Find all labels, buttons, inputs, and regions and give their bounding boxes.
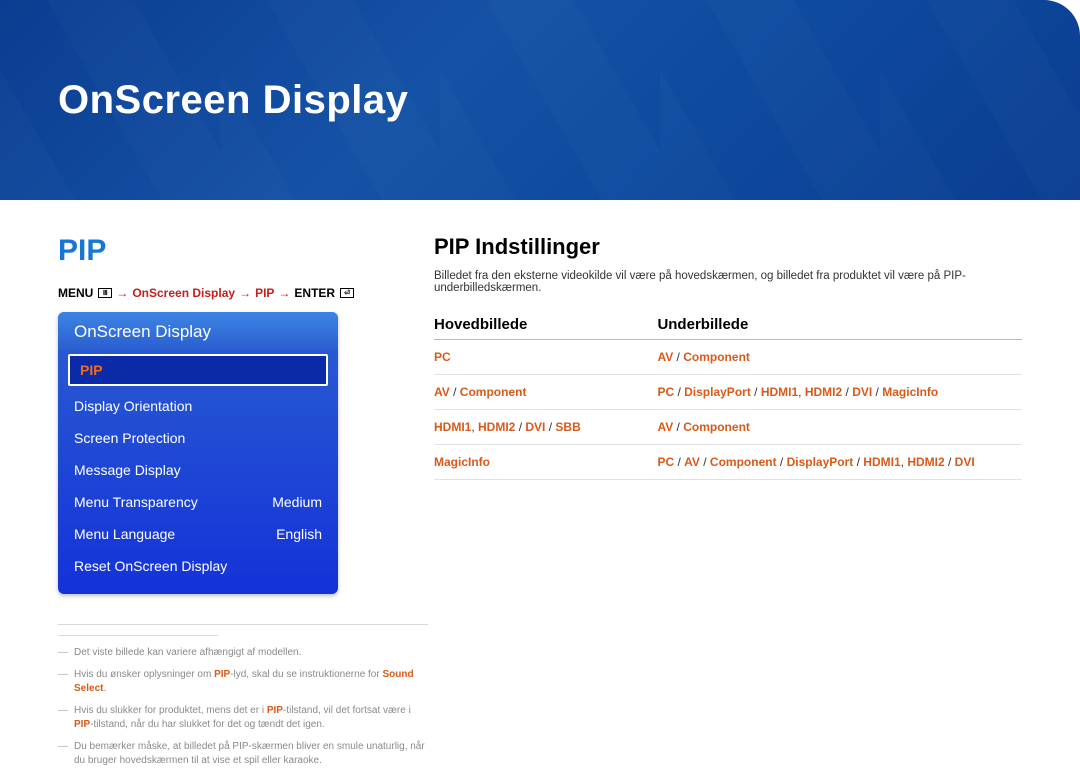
col-header-sub: Underbillede (657, 316, 1022, 340)
source-label: HDMI2 (805, 385, 842, 399)
footnote: Du bemærker måske, at billedet på PIP-sk… (58, 740, 428, 768)
source-label: DisplayPort (684, 385, 751, 399)
osd-item-screen-protection[interactable]: Screen Protection (58, 422, 338, 454)
osd-item-message-display[interactable]: Message Display (58, 454, 338, 486)
source-label: AV (657, 350, 673, 364)
section-title-pip: PIP (58, 234, 388, 268)
source-label: HDMI1 (761, 385, 798, 399)
source-label: HDMI1 (434, 420, 471, 434)
table-row: MagicInfo PC / AV / Component / DisplayPo… (434, 445, 1022, 480)
menu-icon: Ⅲ (98, 288, 112, 298)
breadcrumb: MENU Ⅲ → OnScreen Display → PIP → ENTER … (58, 286, 388, 300)
enter-icon: ⏎ (340, 288, 354, 298)
source-label: DVI (525, 420, 545, 434)
table-row: HDMI1, HDMI2 / DVI / SBBAV / Component (434, 410, 1022, 445)
source-label: Component (683, 420, 750, 434)
col-header-main: Hovedbillede (434, 316, 657, 340)
osd-item-label: Screen Protection (74, 430, 185, 446)
osd-item-value: English (276, 526, 322, 542)
divider (58, 635, 218, 636)
source-label: Component (683, 350, 750, 364)
osd-item-display-orientation[interactable]: Display Orientation (58, 390, 338, 422)
separator: / (751, 385, 761, 399)
separator: , (471, 420, 478, 434)
source-label: PC (657, 455, 674, 469)
breadcrumb-seg1: OnScreen Display (132, 286, 235, 300)
breadcrumb-enter: ENTER (294, 286, 335, 300)
osd-item-label: Menu Language (74, 526, 175, 542)
footnote: Det viste billede kan variere afhængigt … (58, 646, 428, 660)
source-label: PC (657, 385, 674, 399)
osd-item-label: PIP (80, 362, 103, 378)
separator: / (842, 385, 852, 399)
source-label: AV (684, 455, 700, 469)
separator: / (545, 420, 555, 434)
cell-sub: AV / Component (657, 340, 1022, 375)
page: OnScreen Display PIP MENU Ⅲ → OnScreen D… (0, 0, 1080, 763)
separator: / (674, 455, 684, 469)
page-header: OnScreen Display (0, 0, 1080, 200)
left-column: PIP MENU Ⅲ → OnScreen Display → PIP → EN… (58, 234, 388, 776)
breadcrumb-menu: MENU (58, 286, 93, 300)
source-label: AV (434, 385, 450, 399)
source-label: DisplayPort (787, 455, 854, 469)
source-label: HDMI2 (478, 420, 515, 434)
page-title: OnScreen Display (58, 78, 408, 123)
source-label: SBB (555, 420, 580, 434)
cell-main: HDMI1, HDMI2 / DVI / SBB (434, 410, 657, 445)
settings-intro: Billedet fra den eksterne videokilde vil… (434, 270, 1022, 294)
source-label: Component (710, 455, 777, 469)
cell-sub: PC / DisplayPort / HDMI1, HDMI2 / DVI / … (657, 375, 1022, 410)
table-row: PC AV / Component (434, 340, 1022, 375)
separator: / (673, 420, 683, 434)
osd-item-value: Medium (272, 494, 322, 510)
cell-sub: PC / AV / Component / DisplayPort / HDMI… (657, 445, 1022, 480)
source-label: DVI (852, 385, 872, 399)
footnote: Hvis du slukker for produktet, mens det … (58, 704, 428, 732)
arrow-icon: → (278, 286, 290, 300)
separator: / (450, 385, 460, 399)
source-label: HDMI1 (863, 455, 900, 469)
source-label: HDMI2 (907, 455, 944, 469)
right-column: PIP Indstillinger Billedet fra den ekste… (434, 234, 1022, 776)
source-label: PC (434, 350, 451, 364)
source-label: DVI (955, 455, 975, 469)
osd-item-label: Display Orientation (74, 398, 192, 414)
cell-main: AV / Component (434, 375, 657, 410)
source-label: Component (460, 385, 527, 399)
separator: / (945, 455, 955, 469)
osd-item-pip[interactable]: PIP (68, 354, 328, 386)
osd-item-menu-language[interactable]: Menu Language English (58, 518, 338, 550)
osd-panel-heading: OnScreen Display (58, 312, 338, 350)
separator: / (674, 385, 684, 399)
arrow-icon: → (239, 286, 251, 300)
separator: / (777, 455, 787, 469)
source-label: AV (657, 420, 673, 434)
separator: , (798, 385, 805, 399)
table-row: AV / ComponentPC / DisplayPort / HDMI1, … (434, 375, 1022, 410)
cell-sub: AV / Component (657, 410, 1022, 445)
source-label: MagicInfo (882, 385, 938, 399)
separator: / (853, 455, 863, 469)
osd-panel: OnScreen Display PIP Display Orientation S… (58, 312, 338, 594)
footnotes: Det viste billede kan variere afhængigt … (58, 624, 428, 768)
separator: / (872, 385, 882, 399)
osd-item-label: Message Display (74, 462, 181, 478)
cell-main: MagicInfo (434, 445, 657, 480)
cell-main: PC (434, 340, 657, 375)
osd-item-label: Reset OnScreen Display (74, 558, 227, 574)
separator: / (673, 350, 683, 364)
osd-item-reset-onscreen-display[interactable]: Reset OnScreen Display (58, 550, 338, 582)
footnote: Hvis du ønsker oplysninger om PIP-lyd, s… (58, 668, 428, 696)
breadcrumb-seg2: PIP (255, 286, 274, 300)
content-area: PIP MENU Ⅲ → OnScreen Display → PIP → EN… (0, 200, 1080, 776)
source-label: MagicInfo (434, 455, 490, 469)
separator: / (700, 455, 710, 469)
pip-table: Hovedbillede Underbillede PCAV / Compone… (434, 316, 1022, 480)
arrow-icon: → (116, 286, 128, 300)
osd-item-menu-transparency[interactable]: Menu Transparency Medium (58, 486, 338, 518)
separator: / (515, 420, 525, 434)
osd-item-label: Menu Transparency (74, 494, 198, 510)
settings-heading: PIP Indstillinger (434, 234, 1022, 260)
